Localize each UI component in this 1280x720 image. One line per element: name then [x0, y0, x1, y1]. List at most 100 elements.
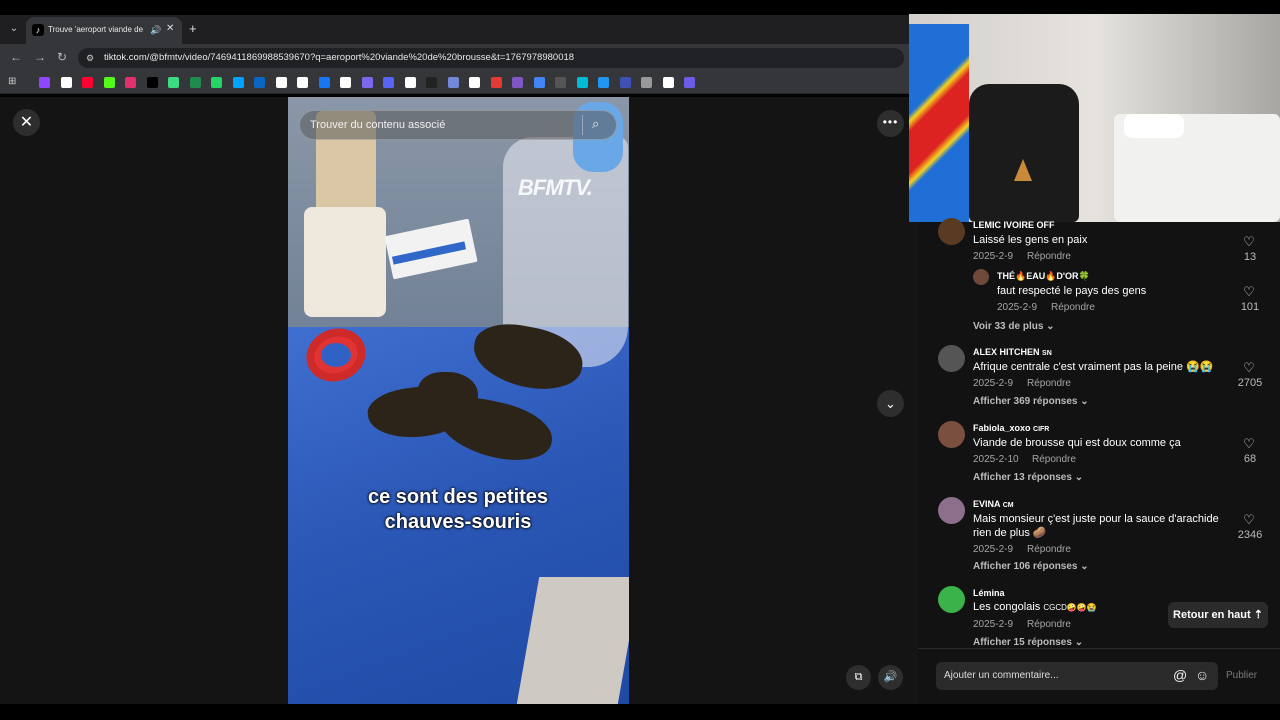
comment-author[interactable]: Lémina — [973, 587, 1005, 599]
bookmark-icon[interactable] — [383, 77, 394, 88]
expander-label[interactable]: Voir 33 de plus — [973, 321, 1043, 332]
reply-button[interactable]: Répondre — [1051, 302, 1095, 314]
comment-author[interactable]: LEMIC IVOIRE OFF — [973, 219, 1055, 231]
bookmark-icon[interactable] — [576, 77, 588, 88]
bookmark-icon[interactable] — [211, 77, 222, 88]
speaker-icon[interactable]: 🔊 — [150, 24, 161, 36]
reply-button[interactable]: Répondre — [1027, 251, 1071, 263]
bookmark-icon[interactable] — [598, 77, 609, 88]
expander-label[interactable]: Afficher 106 réponses — [973, 561, 1078, 572]
comment-badge: CM — [1002, 502, 1014, 509]
comment-date: 2025-2-9 — [997, 302, 1038, 313]
heart-icon[interactable]: ♡ — [1234, 437, 1264, 451]
volume-icon[interactable]: 🔊 — [878, 665, 903, 690]
heart-icon[interactable]: ♡ — [1234, 285, 1264, 299]
comment-input-placeholder[interactable]: Ajouter un commentaire... — [944, 670, 1059, 682]
forward-arrow-icon[interactable]: → — [34, 50, 46, 64]
bookmark-icon[interactable] — [404, 77, 416, 88]
avatar[interactable] — [973, 269, 989, 285]
mention-at-icon[interactable]: @ — [1173, 667, 1187, 683]
emoji-icon[interactable]: ☺ — [1195, 667, 1209, 683]
tab-close-icon[interactable]: ✕ — [166, 23, 174, 35]
apps-grid-icon[interactable]: ⊞ — [8, 76, 16, 88]
bookmark-icon[interactable] — [125, 77, 136, 88]
back-arrow-icon[interactable]: ← — [10, 50, 22, 64]
webcam-flag — [909, 24, 969, 222]
reply-button[interactable]: Répondre — [1027, 378, 1071, 390]
chevron-down-icon[interactable]: ⌄ — [877, 390, 904, 417]
view-replies-button[interactable]: Afficher 13 réponses ⌄ — [973, 472, 1083, 484]
avatar[interactable] — [938, 218, 965, 245]
comment-author-row[interactable]: EVINA CM — [973, 498, 1014, 512]
bookmark-icon[interactable] — [469, 77, 480, 88]
heart-icon[interactable]: ♡ — [1234, 361, 1264, 375]
bookmark-icon[interactable] — [340, 77, 351, 88]
expander-label[interactable]: Afficher 13 réponses — [973, 472, 1072, 483]
view-replies-button[interactable]: Afficher 106 réponses ⌄ — [973, 561, 1089, 573]
view-replies-button[interactable]: Afficher 369 réponses ⌄ — [973, 396, 1089, 408]
view-more-replies-button[interactable]: Voir 33 de plus ⌄ — [973, 321, 1055, 333]
bookmark-icon[interactable] — [662, 77, 674, 88]
close-icon[interactable]: ✕ — [13, 109, 40, 136]
bookmark-icon[interactable] — [39, 77, 50, 88]
more-horizontal-icon[interactable]: ••• — [877, 110, 904, 137]
like-count: 13 — [1243, 251, 1257, 263]
comment-date: 2025-2-9 — [973, 251, 1014, 262]
bookmark-icon[interactable] — [533, 77, 545, 88]
expander-label[interactable]: Afficher 369 réponses — [973, 396, 1078, 407]
bookmark-icon[interactable] — [103, 77, 115, 88]
bookmark-icon[interactable] — [275, 77, 287, 88]
comment-author-row[interactable]: Fabiola_xoxo CIFR — [973, 422, 1049, 436]
bookmark-icon[interactable] — [189, 77, 201, 88]
reply-button[interactable]: Répondre — [1027, 619, 1071, 631]
avatar[interactable] — [938, 421, 965, 448]
heart-icon[interactable]: ♡ — [1234, 235, 1264, 249]
video-red-tape-hole — [321, 343, 351, 367]
bookmark-icon[interactable] — [490, 77, 502, 88]
publish-button[interactable]: Publier — [1226, 670, 1257, 682]
comment-author[interactable]: EVINA — [973, 499, 1000, 509]
bookmark-icon[interactable] — [297, 77, 308, 88]
bookmark-icon[interactable] — [318, 77, 330, 88]
back-to-top-label[interactable]: Retour en haut — [1173, 609, 1251, 621]
bookmark-icon[interactable] — [512, 77, 523, 88]
new-tab-plus-icon[interactable]: + — [189, 22, 197, 36]
bookmark-icon[interactable] — [361, 77, 373, 88]
bookmark-icon[interactable] — [168, 77, 179, 88]
related-content-search-placeholder[interactable]: Trouver du contenu associé — [310, 118, 445, 132]
comment-author[interactable]: Fabiola_xoxo — [973, 423, 1031, 433]
avatar[interactable] — [938, 497, 965, 524]
site-info-icon[interactable]: ⚙ — [86, 52, 94, 64]
like-count: 68 — [1243, 453, 1257, 465]
heart-icon[interactable]: ♡ — [1234, 513, 1264, 527]
expander-label[interactable]: Afficher 15 réponses — [973, 637, 1072, 648]
caption-line-1: ce sont des petites — [367, 486, 549, 508]
bookmark-icon[interactable] — [232, 77, 244, 88]
picture-in-picture-icon[interactable]: ⧉ — [846, 665, 871, 690]
bookmark-icon[interactable] — [447, 77, 459, 88]
bookmark-icon[interactable] — [684, 77, 695, 88]
bookmark-icon[interactable] — [641, 77, 652, 88]
bookmark-icon[interactable] — [146, 77, 158, 88]
bookmark-icon[interactable] — [254, 77, 265, 88]
comment-author[interactable]: ALEX HITCHEN — [973, 347, 1040, 357]
reply-button[interactable]: Répondre — [1032, 454, 1076, 466]
reply-button[interactable]: Répondre — [1027, 544, 1071, 556]
reload-icon[interactable]: ↻ — [57, 50, 67, 64]
tab-search-icon[interactable]: ⌄ — [6, 21, 22, 37]
comment-author[interactable]: THÉ🔥EAU🔥D'OR🍀 — [997, 270, 1090, 282]
comment-text: Viande de brousse qui est doux comme ça — [973, 437, 1181, 449]
search-icon[interactable]: ⌕ — [592, 115, 599, 133]
comment-author-row[interactable]: ALEX HITCHEN SN — [973, 346, 1052, 360]
bookmark-icon[interactable] — [82, 77, 93, 88]
address-url[interactable]: tiktok.com/@bfmtv/video/7469411869988539… — [104, 52, 894, 64]
webcam-gaming-chair — [969, 84, 1079, 222]
bookmark-icon[interactable] — [426, 77, 437, 88]
back-to-top-button[interactable]: Retour en haut ⇡ — [1168, 602, 1268, 628]
bookmark-icon[interactable] — [619, 77, 631, 88]
avatar[interactable] — [938, 586, 965, 613]
bookmark-icon[interactable] — [60, 77, 72, 88]
bookmark-icon[interactable] — [555, 77, 566, 88]
avatar[interactable] — [938, 345, 965, 372]
video-player[interactable]: BFMTV. ce sont des petites chauves-souri… — [288, 97, 629, 704]
